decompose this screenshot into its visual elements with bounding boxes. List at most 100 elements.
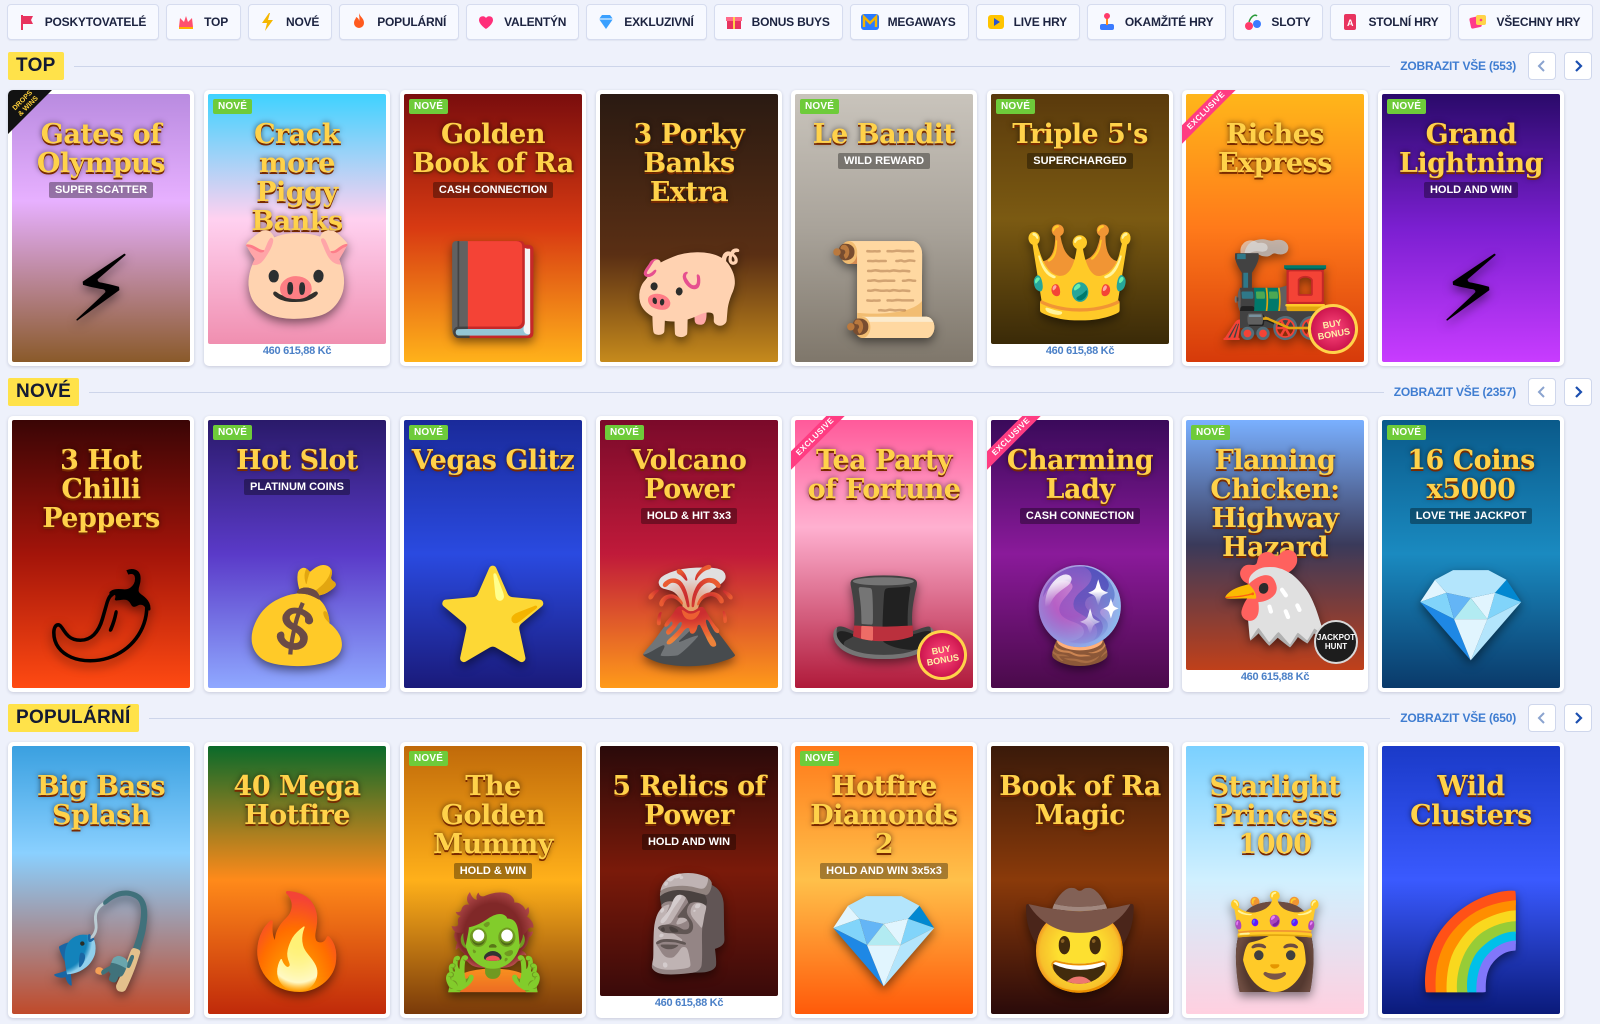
- view-all-link[interactable]: ZOBRAZIT VŠE (650): [1400, 704, 1516, 732]
- game-thumbnail[interactable]: Crack more Piggy Banks 🐷: [208, 94, 386, 344]
- game-tile[interactable]: Triple 5's SUPERCHARGED 👑 NOVÉ 460 615,88 Kč: [987, 90, 1173, 366]
- game-artwork-icon: 🤠: [1022, 891, 1138, 993]
- prev-arrow-button[interactable]: [1528, 52, 1556, 80]
- game-subtitle: SUPER SCATTER: [48, 182, 154, 198]
- prev-arrow-button[interactable]: [1528, 704, 1556, 732]
- game-thumbnail[interactable]: 16 Coins x5000 LOVE THE JACKPOT 💎: [1382, 420, 1560, 688]
- category-tab-7[interactable]: MEGAWAYS: [849, 4, 969, 40]
- game-tile[interactable]: Big Bass Splash 🎣: [8, 742, 194, 1018]
- game-tile[interactable]: The Golden Mummy HOLD & WIN 🧟 NOVÉ: [400, 742, 586, 1018]
- game-thumbnail[interactable]: Triple 5's SUPERCHARGED 👑: [991, 94, 1169, 344]
- game-artwork-icon: 🐔: [1217, 547, 1333, 649]
- game-thumbnail[interactable]: Wild Clusters 🌈: [1382, 746, 1560, 1014]
- view-all-link[interactable]: ZOBRAZIT VŠE (2357): [1394, 378, 1516, 406]
- category-tab-11[interactable]: A STOLNÍ HRY: [1330, 4, 1452, 40]
- game-artwork-icon: 🐷: [239, 221, 355, 323]
- jackpot-amount: 460 615,88 Kč: [262, 345, 332, 357]
- game-artwork-icon: 👸: [1217, 891, 1333, 993]
- new-badge: NOVÉ: [1191, 425, 1231, 440]
- diamond-icon: [596, 12, 616, 32]
- slot-cherry-icon: [1243, 12, 1263, 32]
- game-tile[interactable]: 3 Porky Banks Extra 🐖: [596, 90, 782, 366]
- game-tile[interactable]: 40 Mega Hotfire 🔥: [204, 742, 390, 1018]
- game-tile[interactable]: Charming Lady CASH CONNECTION 🔮 EXCLUSIVE: [987, 416, 1173, 692]
- game-title: 16 Coins x5000: [1407, 445, 1535, 505]
- chevron-right-icon: [1575, 712, 1583, 724]
- category-bar: POSKYTOVATELÉ TOP NOVÉ POPULÁRNÍ VALENTÝN EXK…: [0, 4, 1600, 40]
- game-title: Tea Party of Fortune: [807, 445, 961, 505]
- game-thumbnail[interactable]: Book of Ra Magic 🤠: [991, 746, 1169, 1014]
- section-divider: [74, 66, 1390, 67]
- category-tab-1[interactable]: TOP: [166, 4, 241, 40]
- category-tab-9[interactable]: OKAMŽITÉ HRY: [1086, 4, 1227, 40]
- game-thumbnail[interactable]: Hot Slot PLATINUM COINS 💰: [208, 420, 386, 688]
- game-tile[interactable]: Grand Lightning HOLD AND WIN ⚡ NOVÉ: [1378, 90, 1564, 366]
- game-tile[interactable]: Tea Party of Fortune 🎩 BUY BONUS EXCLUSIVE: [791, 416, 977, 692]
- game-thumbnail[interactable]: Golden Book of Ra CASH CONNECTION 📕: [404, 94, 582, 362]
- game-artwork-icon: 🌋: [631, 565, 747, 667]
- game-thumbnail[interactable]: Tea Party of Fortune 🎩 BUY BONUS: [795, 420, 973, 688]
- game-tile[interactable]: 3 Hot Chilli Peppers 🌶: [8, 416, 194, 692]
- new-badge: NOVÉ: [213, 99, 253, 114]
- game-thumbnail[interactable]: Starlight Princess 1000 👸: [1186, 746, 1364, 1014]
- category-tab-5[interactable]: EXKLUZIVNÍ: [586, 4, 707, 40]
- game-tile[interactable]: 16 Coins x5000 LOVE THE JACKPOT 💎 NOVÉ: [1378, 416, 1564, 692]
- game-thumbnail[interactable]: 5 Relics of Power HOLD AND WIN 🗿: [600, 746, 778, 996]
- category-tab-12[interactable]: VŠECHNY HRY: [1458, 4, 1594, 40]
- game-artwork-icon: 🌈: [1413, 891, 1529, 993]
- game-thumbnail[interactable]: Hotfire Diamonds 2 HOLD AND WIN 3x5x3 💎: [795, 746, 973, 1014]
- game-thumbnail[interactable]: Vegas Glitz ⭐: [404, 420, 582, 688]
- category-tab-2[interactable]: NOVÉ: [248, 4, 333, 40]
- game-tile[interactable]: Volcano Power HOLD & HIT 3x3 🌋 NOVÉ: [596, 416, 782, 692]
- game-thumbnail[interactable]: 40 Mega Hotfire 🔥: [208, 746, 386, 1014]
- game-tile[interactable]: Crack more Piggy Banks 🐷 NOVÉ 460 615,88 Kč: [204, 90, 390, 366]
- next-arrow-button[interactable]: [1564, 378, 1592, 406]
- game-tile[interactable]: Wild Clusters 🌈: [1378, 742, 1564, 1018]
- game-thumbnail[interactable]: Volcano Power HOLD & HIT 3x3 🌋: [600, 420, 778, 688]
- category-tab-3[interactable]: POPULÁRNÍ: [339, 4, 460, 40]
- game-thumbnail[interactable]: Charming Lady CASH CONNECTION 🔮: [991, 420, 1169, 688]
- game-thumbnail[interactable]: Flaming Chicken: Highway Hazard 🐔 JACKPOT …: [1186, 420, 1364, 670]
- game-tile[interactable]: Flaming Chicken: Highway Hazard 🐔 JACKPOT …: [1182, 416, 1368, 692]
- category-tab-10[interactable]: SLOTY: [1233, 4, 1324, 40]
- view-all-link[interactable]: ZOBRAZIT VŠE (553): [1400, 52, 1516, 80]
- category-tab-0[interactable]: POSKYTOVATELÉ: [6, 4, 160, 40]
- game-thumbnail[interactable]: Le Bandit WILD REWARD 📜: [795, 94, 973, 362]
- game-title: Vegas Glitz: [411, 445, 575, 476]
- category-tab-8[interactable]: LIVE HRY: [975, 4, 1080, 40]
- game-tile[interactable]: Vegas Glitz ⭐ NOVÉ: [400, 416, 586, 692]
- game-tile[interactable]: Le Bandit WILD REWARD 📜 NOVÉ: [791, 90, 977, 366]
- game-tile[interactable]: Hot Slot PLATINUM COINS 💰 NOVÉ: [204, 416, 390, 692]
- game-tile[interactable]: Riches Express 🚂 BUY BONUS EXCLUSIVE: [1182, 90, 1368, 366]
- section-divider: [149, 718, 1390, 719]
- game-artwork-icon: 💎: [826, 891, 942, 993]
- prev-arrow-button[interactable]: [1528, 378, 1556, 406]
- new-badge: NOVÉ: [996, 99, 1036, 114]
- game-thumbnail[interactable]: Big Bass Splash 🎣: [12, 746, 190, 1014]
- game-thumbnail[interactable]: Riches Express 🚂 BUY BONUS: [1186, 94, 1364, 362]
- game-thumbnail[interactable]: Grand Lightning HOLD AND WIN ⚡: [1382, 94, 1560, 362]
- game-tile[interactable]: 5 Relics of Power HOLD AND WIN 🗿 460 615,88…: [596, 742, 782, 1018]
- gift-icon: [724, 12, 744, 32]
- game-title: Wild Clusters: [1410, 771, 1532, 831]
- game-tile[interactable]: Hotfire Diamonds 2 HOLD AND WIN 3x5x3 💎 NOV…: [791, 742, 977, 1018]
- game-tile[interactable]: Book of Ra Magic 🤠: [987, 742, 1173, 1018]
- game-thumbnail[interactable]: 3 Hot Chilli Peppers 🌶: [12, 420, 190, 688]
- category-tab-4[interactable]: VALENTÝN: [466, 4, 580, 40]
- next-arrow-button[interactable]: [1564, 52, 1592, 80]
- game-tile[interactable]: Golden Book of Ra CASH CONNECTION 📕 NOVÉ: [400, 90, 586, 366]
- game-artwork-icon: ⚡: [1438, 239, 1504, 341]
- game-thumbnail[interactable]: 3 Porky Banks Extra 🐖: [600, 94, 778, 362]
- section-header: NOVÉ ZOBRAZIT VŠE (2357): [8, 378, 1592, 406]
- game-tile[interactable]: Starlight Princess 1000 👸: [1182, 742, 1368, 1018]
- heart-icon: [476, 12, 496, 32]
- next-arrow-button[interactable]: [1564, 704, 1592, 732]
- game-thumbnail[interactable]: The Golden Mummy HOLD & WIN 🧟: [404, 746, 582, 1014]
- game-thumbnail[interactable]: Gates of Olympus SUPER SCATTER ⚡: [12, 94, 190, 362]
- section-header: POPULÁRNÍ ZOBRAZIT VŠE (650): [8, 704, 1592, 732]
- game-tile[interactable]: Gates of Olympus SUPER SCATTER ⚡ DROPS & WI…: [8, 90, 194, 366]
- category-tab-6[interactable]: BONUS BUYS: [713, 4, 843, 40]
- fire-icon: [349, 12, 369, 32]
- new-badge: NOVÉ: [409, 425, 449, 440]
- game-title: 3 Hot Chilli Peppers: [42, 445, 160, 534]
